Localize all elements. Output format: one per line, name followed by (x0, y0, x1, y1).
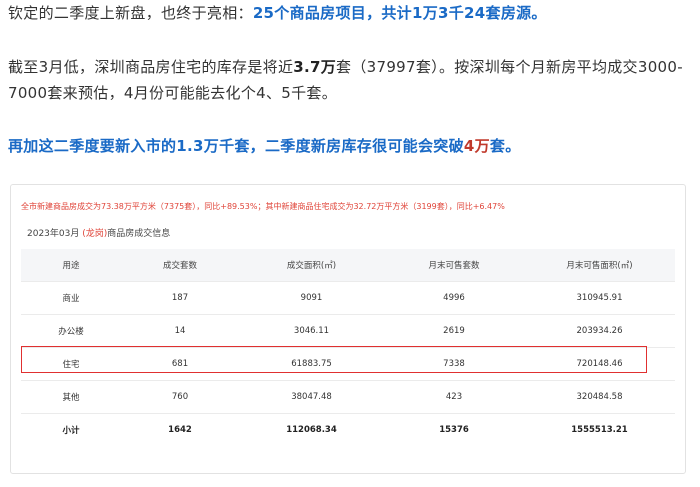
citywide-notice: 全市新建商品房成交为73.38万平方米（7375套），同比+89.53%；其中新… (21, 202, 505, 211)
paragraph-new-supply: 钦定的二季度上新盘，也终于亮相：25个商品房项目，共计1万3千24套房源。 (8, 0, 690, 26)
cell: 112068.34 (286, 425, 337, 435)
cell: 760 (121, 380, 239, 414)
header-area-sold: 成交面积(㎡) (239, 249, 384, 282)
cell: 14 (121, 314, 239, 348)
cell: 住宅 (21, 347, 121, 381)
cell: 1642 (168, 425, 192, 435)
cell: 720148.46 (524, 347, 675, 381)
table-row: 商业 187 9091 4996 310945.91 (21, 281, 675, 315)
table-row-residential: 住宅 681 61883.75 7338 720148.46 (21, 347, 675, 381)
cell: 1555513.21 (571, 425, 628, 435)
transaction-table: 用途 成交套数 成交面积(㎡) 月末可售套数 月末可售面积(㎡) 商业 187 … (21, 249, 675, 446)
cell: 2619 (384, 314, 524, 348)
p1-highlight: 25个商品房项目，共计1万3千24套房源。 (252, 4, 547, 22)
paragraph-inventory: 截至3月低，深圳商品房住宅的库存是将近3.7万套（37997套）。按深圳每个月新… (8, 54, 690, 106)
card-subtitle: 2023年03月 (龙岗)商品房成交信息 (27, 226, 170, 239)
p2-bold: 3.7万 (293, 58, 337, 76)
header-units-available: 月末可售套数 (384, 249, 524, 282)
cell: 9091 (239, 281, 384, 315)
cell: 3046.11 (239, 314, 384, 348)
p2-before: 截至3月低，深圳商品房住宅的库存是将近 (8, 58, 294, 76)
cell: 187 (121, 281, 239, 315)
table-total-row: 小计 1642 112068.34 15376 1555513.21 (21, 414, 675, 447)
cell: 320484.58 (524, 380, 675, 414)
header-units-sold: 成交套数 (121, 249, 239, 282)
cell: 4996 (384, 281, 524, 315)
cell: 7338 (384, 347, 524, 381)
table-header-row: 用途 成交套数 成交面积(㎡) 月末可售套数 月末可售面积(㎡) (21, 249, 675, 282)
header-usage: 用途 (21, 249, 121, 282)
cell: 61883.75 (239, 347, 384, 381)
subtitle-district: (龙岗) (82, 229, 108, 239)
subtitle-date: 2023年03月 (27, 229, 80, 239)
cell: 办公楼 (21, 314, 121, 348)
table-row: 其他 760 38047.48 423 320484.58 (21, 380, 675, 414)
paragraph-forecast: 再加这二季度要新入市的1.3万千套，二季度新房库存很可能会突破4万套。 (8, 133, 690, 159)
p3-red: 4万 (463, 137, 490, 155)
table-row: 办公楼 14 3046.11 2619 203934.26 (21, 314, 675, 348)
p3-after: 套。 (489, 137, 521, 155)
cell: 310945.91 (524, 281, 675, 315)
cell: 小计 (62, 426, 80, 436)
cell: 423 (384, 380, 524, 414)
p1-text: 钦定的二季度上新盘，也终于亮相： (8, 4, 253, 22)
cell: 681 (121, 347, 239, 381)
cell: 38047.48 (239, 380, 384, 414)
subtitle-label: 商品房成交信息 (107, 229, 171, 239)
p3-before: 再加这二季度要新入市的1.3万千套，二季度新房库存很可能会突破 (8, 137, 464, 155)
header-area-available: 月末可售面积(㎡) (524, 249, 675, 282)
transaction-info-card: 全市新建商品房成交为73.38万平方米（7375套），同比+89.53%；其中新… (10, 184, 686, 474)
cell: 15376 (439, 425, 469, 435)
cell: 商业 (21, 281, 121, 315)
cell: 其他 (21, 380, 121, 414)
cell: 203934.26 (524, 314, 675, 348)
